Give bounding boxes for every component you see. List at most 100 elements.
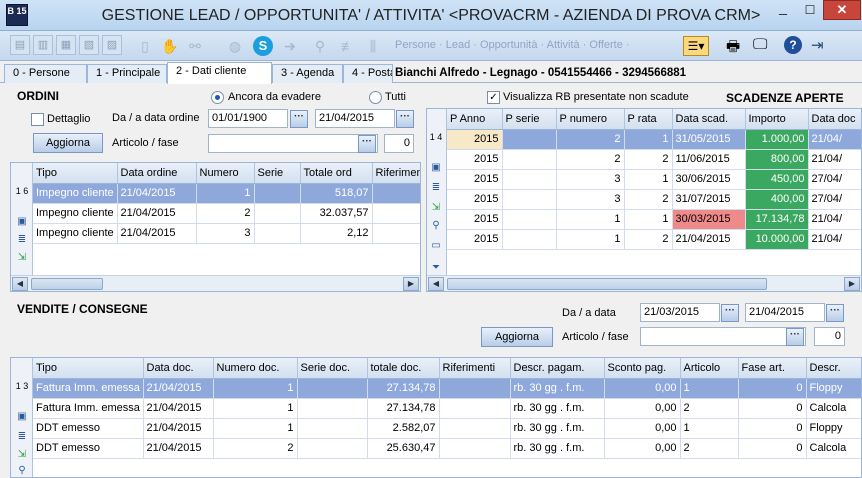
scroll-right-icon[interactable]: ▶ [844,277,860,291]
table-row[interactable]: Impegno cliente 21/04/2015 1 518,07 [33,183,420,204]
radio-ancora-da-evadere[interactable] [211,91,224,104]
delete-record-icon[interactable]: ▦ [56,35,76,55]
ordini-articolo-field[interactable] [208,134,378,153]
vendite-aggiorna-button[interactable]: Aggiorna [481,327,553,347]
tab-dati-cliente[interactable]: 2 - Dati cliente [167,62,272,84]
edit-row-icon[interactable]: ▣ [429,161,443,175]
list-rows-icon[interactable]: ≣ [429,181,443,195]
edit-row-icon[interactable]: ▣ [15,215,29,229]
exit-icon[interactable]: ⇥ [811,36,824,54]
col-tipo[interactable]: Tipo [33,163,118,184]
search-icon[interactable]: ⚲ [15,464,29,477]
vendite-date-from-field[interactable]: 21/03/2015 [640,303,720,322]
copy-record-icon[interactable]: ▧ [79,35,99,55]
table-row[interactable]: 2015 3 2 31/07/2015 400,00 27/04/ [447,189,861,210]
col-importo[interactable]: Importo [745,109,809,130]
table-row[interactable]: 2015 3 1 30/06/2015 450,00 27/04/ [447,169,861,190]
arrow-icon[interactable]: ➔ [280,36,300,56]
scadenze-hscrollbar[interactable]: ◀ ▶ [427,275,861,291]
close-button[interactable]: ✕ [823,0,861,20]
visualizza-rb-checkbox[interactable]: ✓ [487,91,500,104]
col-descr[interactable]: Descr. [806,358,861,379]
filter-icon[interactable]: ⏷ [429,261,443,275]
col-articolo[interactable]: Articolo [680,358,739,379]
tab-persone[interactable]: 0 - Persone [4,64,87,83]
ordini-date-from-picker[interactable]: ··· [290,110,308,128]
list-rows-icon[interactable]: ≣ [15,430,29,444]
ordini-articolo-picker[interactable]: ··· [358,135,376,153]
edit-row-icon[interactable]: ▣ [15,410,29,424]
table-row[interactable]: DDT emesso 21/04/2015 1 2.582,07 rb. 30 … [33,418,861,439]
vendite-articolo-picker[interactable]: ··· [786,328,804,346]
col-serie[interactable]: Serie [254,163,301,184]
skype-icon[interactable]: S [253,36,273,56]
columns-icon[interactable]: ⫼ [363,36,383,56]
export-excel-icon[interactable]: ⇲ [15,448,29,462]
col-data-doc[interactable]: Data doc. [143,358,214,379]
col-numero-doc[interactable]: Numero doc. [213,358,298,379]
scroll-left-icon[interactable]: ◀ [428,277,444,291]
col-p-serie[interactable]: P serie [502,109,557,130]
scroll-thumb[interactable] [447,278,767,290]
table-row[interactable]: Impegno cliente 21/04/2015 2 32.037,57 [33,203,420,224]
table-row[interactable]: 2015 1 1 30/03/2015 17.134,78 21/04/ [447,209,861,230]
col-serie-doc[interactable]: Serie doc. [297,358,368,379]
globe-icon[interactable]: ◍ [225,36,245,56]
list-record-icon[interactable]: ▨ [102,35,122,55]
ordini-fase-field[interactable]: 0 [384,134,414,153]
col-p-anno[interactable]: P Anno [447,109,503,130]
vendite-articolo-field[interactable] [640,327,806,346]
vendite-date-from-picker[interactable]: ··· [721,304,739,322]
table-row[interactable]: 2015 1 2 21/04/2015 10.000,00 21/04/ [447,229,861,250]
col-totale-doc[interactable]: totale doc. [367,358,440,379]
col-numero[interactable]: Numero [196,163,255,184]
col-descr-pagam[interactable]: Descr. pagam. [510,358,605,379]
dettaglio-checkbox[interactable] [31,113,44,126]
table-row[interactable]: Impegno cliente 21/04/2015 3 2,12 [33,223,420,244]
table-row[interactable]: 2015 2 1 31/05/2015 1.000,00 21/04/ [447,129,861,150]
col-tipo[interactable]: Tipo [33,358,144,379]
help-icon[interactable]: ? [784,36,802,54]
col-p-rata[interactable]: P rata [624,109,673,130]
ordini-aggiorna-button[interactable]: Aggiorna [33,133,103,153]
ordini-date-to-picker[interactable]: ··· [396,110,414,128]
col-data-ordine[interactable]: Data ordine [117,163,197,184]
scroll-right-icon[interactable]: ▶ [403,277,419,291]
export-excel-icon[interactable]: ⇲ [15,251,29,265]
wand-icon[interactable]: ⚲ [310,36,330,56]
col-sconto-pag[interactable]: Sconto pag. [604,358,681,379]
ordini-hscrollbar[interactable]: ◀ ▶ [11,275,420,291]
printer-icon[interactable]: 🖶 [726,36,740,61]
table-row[interactable]: DDT emesso 21/04/2015 2 25.630,47 rb. 30… [33,438,861,459]
table-row[interactable]: Fattura Imm. emessa 21/04/2015 1 27.134,… [33,378,861,399]
tab-principale[interactable]: 1 - Principale [87,64,167,83]
monitor-icon[interactable]: 🖵 [753,36,767,53]
list-view-icon[interactable]: ☰▾ [683,36,709,56]
table-row[interactable]: Fattura Imm. emessa 21/04/2015 1 27.134,… [33,398,861,419]
table-row[interactable]: 2015 2 2 11/06/2015 800,00 21/04/ [447,149,861,170]
scroll-left-icon[interactable]: ◀ [12,277,28,291]
export-excel-icon[interactable]: ⇲ [429,201,443,215]
vendite-fase-field[interactable]: 0 [814,327,845,346]
card-icon[interactable]: ▭ [429,239,443,253]
vendite-date-to-picker[interactable]: ··· [826,304,844,322]
radio-tutti[interactable] [369,91,382,104]
col-riferimenti[interactable]: Riferimenti [372,163,420,184]
col-fase-art[interactable]: Fase art. [738,358,807,379]
maximize-button[interactable]: ☐ [797,0,823,20]
tab-agenda[interactable]: 3 - Agenda [272,64,343,83]
document-icon[interactable]: ▯ [135,36,155,56]
col-p-numero[interactable]: P numero [556,109,625,130]
search-icon[interactable]: ⚲ [429,219,443,233]
hand-icon[interactable]: ✋ [160,36,180,56]
save-record-icon[interactable]: ▥ [33,35,53,55]
new-record-icon[interactable]: ▤ [10,35,30,55]
scroll-thumb[interactable] [31,278,103,290]
list-rows-icon[interactable]: ≣ [15,233,29,247]
vendite-date-to-field[interactable]: 21/04/2015 [745,303,825,322]
minimize-button[interactable]: _ [770,0,796,20]
filter-icon[interactable]: ≢ [338,36,358,56]
ordini-date-from-field[interactable]: 01/01/1900 [208,109,288,128]
binoculars-icon[interactable]: ⚯ [185,36,205,56]
tab-posta[interactable]: 4 - Posta [343,64,393,83]
